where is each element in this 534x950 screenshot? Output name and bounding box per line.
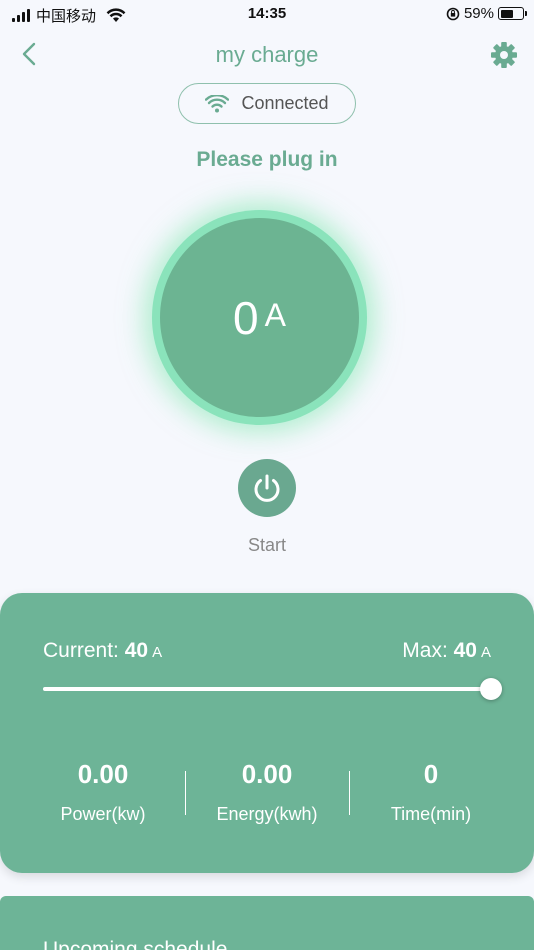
- current-dial-unit: A: [264, 297, 286, 333]
- current-slider-track[interactable]: [43, 687, 491, 691]
- connection-status-pill: Connected: [178, 83, 356, 124]
- max-setting-value: 40: [453, 639, 477, 662]
- wifi-icon: [205, 94, 230, 112]
- page-title: my charge: [215, 42, 319, 67]
- start-charge-button[interactable]: [238, 459, 296, 517]
- max-setting-label: Max:: [402, 639, 448, 662]
- schedule-card[interactable]: Upcoming schedule: [0, 896, 534, 950]
- orientation-lock-icon: [446, 7, 460, 20]
- current-dial-face: 0 A: [160, 218, 359, 417]
- stat-energy-label: Energy(kwh): [216, 804, 318, 824]
- stat-time-value: 0: [423, 759, 439, 789]
- start-label: Start: [247, 535, 286, 555]
- current-dial-value: 0: [233, 291, 259, 344]
- stat-power-value: 0.00: [77, 759, 129, 789]
- gear-icon[interactable]: [490, 41, 518, 69]
- status-bar-right: 59%: [446, 5, 527, 22]
- stat-energy-value: 0.00: [241, 759, 293, 789]
- current-setting-label: Current:: [43, 639, 119, 662]
- divider: [349, 771, 350, 815]
- divider: [185, 771, 186, 815]
- power-icon: [254, 474, 280, 502]
- max-setting: Max: 40 A: [402, 639, 491, 663]
- connection-label: Connected: [241, 93, 329, 113]
- stat-energy: 0.00 Energy(kwh): [187, 759, 347, 825]
- max-setting-unit: A: [480, 644, 491, 661]
- stat-power-label: Power(kw): [60, 804, 146, 824]
- stat-time-label: Time(min): [390, 804, 472, 824]
- current-dial: 0 A: [152, 210, 367, 425]
- battery-percent: 59%: [463, 5, 494, 22]
- stat-power: 0.00 Power(kw): [23, 759, 183, 825]
- current-setting-value: 40: [124, 639, 149, 662]
- stat-time: 0 Time(min): [351, 759, 511, 825]
- status-bar: 中国移动 14:35 59%: [0, 0, 534, 28]
- schedule-title: Upcoming schedule: [43, 938, 228, 950]
- battery-fill: [500, 9, 513, 18]
- charger-status-message: Please plug in: [196, 148, 338, 171]
- current-setting: Current: 40 A: [43, 639, 162, 663]
- charge-control-card: Current: 40 A Max: 40 A 0.00 Power(kw) 0.0…: [0, 593, 534, 873]
- current-setting-unit: A: [152, 644, 163, 661]
- battery-icon: [498, 7, 527, 20]
- current-slider-thumb[interactable]: [480, 678, 502, 700]
